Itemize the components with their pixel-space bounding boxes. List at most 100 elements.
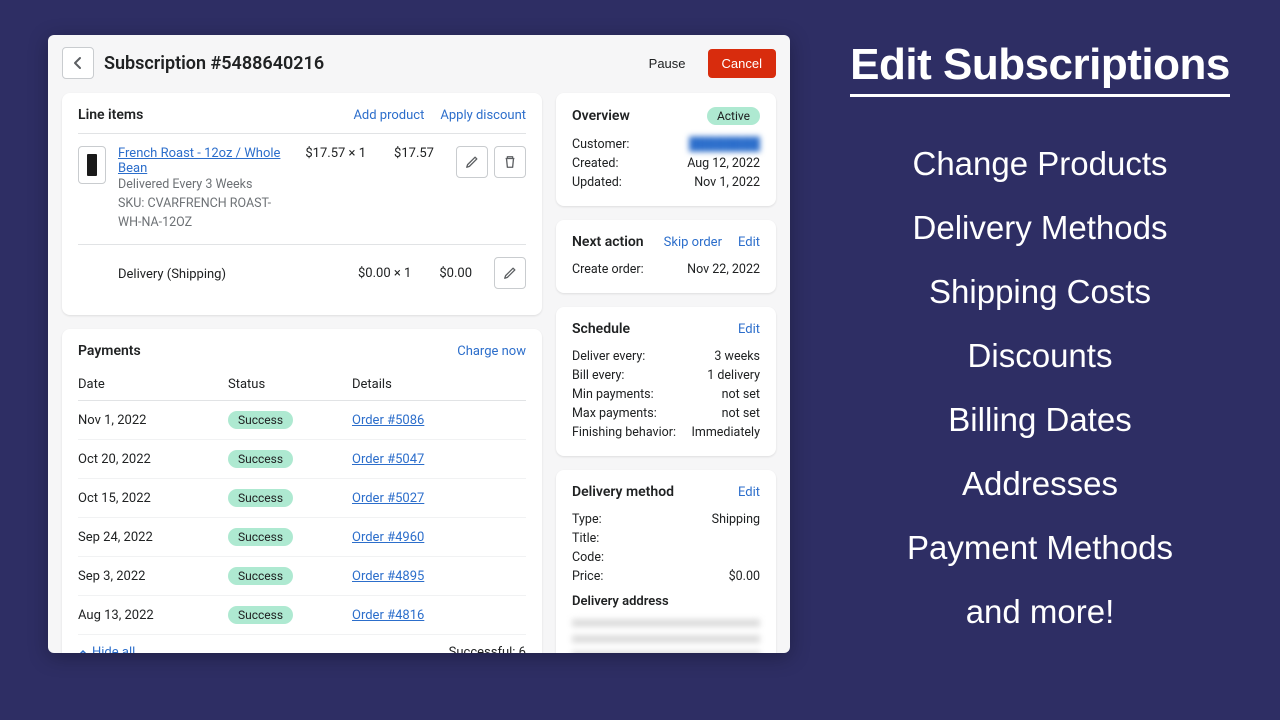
payment-status: Success (228, 411, 352, 429)
payment-order-link[interactable]: Order #5047 (352, 452, 424, 467)
promo-item: Billing Dates (820, 401, 1260, 439)
schedule-row: Max payments:not set (572, 404, 760, 423)
payment-order-link[interactable]: Order #5027 (352, 491, 424, 506)
delivery-method-header: Delivery method Edit (572, 484, 760, 500)
payment-order-link[interactable]: Order #4960 (352, 530, 424, 545)
line-items-actions: Add product Apply discount (353, 108, 526, 123)
app-body: Line items Add product Apply discount Fr… (48, 83, 790, 653)
payments-successful-count: Successful: 6 (449, 645, 526, 653)
payments-footer: Hide all Successful: 6 (78, 635, 526, 653)
payment-status: Success (228, 450, 352, 468)
charge-now-link[interactable]: Charge now (457, 344, 526, 359)
payment-order-link[interactable]: Order #4816 (352, 608, 424, 623)
col-header-status: Status (228, 377, 352, 392)
product-sku: SKU: CVARFRENCH ROAST-WH-NA-12OZ (118, 195, 293, 233)
product-delivery-freq: Delivered Every 3 Weeks (118, 176, 293, 195)
col-header-details: Details (352, 377, 526, 392)
col-header-date: Date (78, 377, 228, 392)
payment-date: Oct 15, 2022 (78, 491, 228, 506)
app-header: Subscription #5488640216 Pause Cancel (48, 35, 790, 83)
next-action-card: Next action Skip order Edit Create order… (556, 220, 776, 293)
payment-row: Sep 3, 2022 Success Order #4895 (78, 557, 526, 596)
product-link[interactable]: French Roast - 12oz / Whole Bean (118, 146, 293, 176)
payment-date: Oct 20, 2022 (78, 452, 228, 467)
caret-up-icon (78, 648, 88, 653)
apply-discount-link[interactable]: Apply discount (440, 108, 526, 123)
promo-item: Payment Methods (820, 529, 1260, 567)
payment-row: Aug 13, 2022 Success Order #4816 (78, 596, 526, 635)
delivery-method-rows: Type:ShippingTitle:Code:Price:$0.00 (572, 510, 760, 586)
edit-delivery-button[interactable] (494, 257, 526, 289)
payment-order-link[interactable]: Order #4895 (352, 569, 424, 584)
overview-updated: Updated: Nov 1, 2022 (572, 173, 760, 192)
delivery-method-row: Price:$0.00 (572, 567, 760, 586)
product-thumbnail (78, 146, 106, 184)
schedule-row: Min payments:not set (572, 385, 760, 404)
next-action-header: Next action Skip order Edit (572, 234, 760, 250)
schedule-edit-link[interactable]: Edit (738, 322, 760, 337)
cancel-button[interactable]: Cancel (708, 49, 776, 78)
trash-icon (503, 155, 517, 169)
payments-table-header: Date Status Details (78, 369, 526, 401)
line-item-unit-price: $17.57 × 1 (305, 146, 366, 161)
payment-date: Nov 1, 2022 (78, 413, 228, 428)
payment-date: Sep 24, 2022 (78, 530, 228, 545)
next-action-edit-link[interactable]: Edit (738, 235, 760, 250)
delivery-method-title: Delivery method (572, 484, 674, 500)
delivery-actions (494, 257, 526, 289)
overview-customer: Customer: ████████ (572, 135, 760, 154)
schedule-row: Finishing behavior:Immediately (572, 423, 760, 442)
overview-card: Overview Active Customer: ████████ Creat… (556, 93, 776, 206)
line-item-desc: French Roast - 12oz / Whole Bean Deliver… (118, 146, 293, 232)
payment-row: Nov 1, 2022 Success Order #5086 (78, 401, 526, 440)
line-items-header: Line items Add product Apply discount (78, 107, 526, 123)
delivery-method-card: Delivery method Edit Type:ShippingTitle:… (556, 470, 776, 653)
payments-title: Payments (78, 343, 141, 359)
next-action-links: Skip order Edit (664, 235, 760, 250)
schedule-rows: Deliver every:3 weeksBill every:1 delive… (572, 347, 760, 442)
promo-item: Discounts (820, 337, 1260, 375)
app-frame: Subscription #5488640216 Pause Cancel Li… (48, 35, 790, 653)
payment-row: Sep 24, 2022 Success Order #4960 (78, 518, 526, 557)
promo-item: Change Products (820, 145, 1260, 183)
add-product-link[interactable]: Add product (353, 108, 424, 123)
delivery-method-edit-link[interactable]: Edit (738, 485, 760, 500)
payment-status: Success (228, 489, 352, 507)
line-item-row: French Roast - 12oz / Whole Bean Deliver… (78, 133, 526, 244)
payments-card: Payments Charge now Date Status Details … (62, 329, 542, 653)
right-column: Overview Active Customer: ████████ Creat… (556, 93, 776, 639)
payments-rows: Nov 1, 2022 Success Order #5086 Oct 20, … (78, 401, 526, 635)
pause-button[interactable]: Pause (637, 50, 698, 77)
schedule-header: Schedule Edit (572, 321, 760, 337)
payments-header: Payments Charge now (78, 343, 526, 359)
hide-all-button[interactable]: Hide all (78, 645, 135, 653)
payment-status: Success (228, 528, 352, 546)
schedule-card: Schedule Edit Deliver every:3 weeksBill … (556, 307, 776, 456)
edit-line-item-button[interactable] (456, 146, 488, 178)
overview-created: Created: Aug 12, 2022 (572, 154, 760, 173)
status-badge: Active (707, 107, 760, 125)
delivery-method-row: Type:Shipping (572, 510, 760, 529)
promo-panel: Edit Subscriptions Change ProductsDelive… (820, 40, 1260, 657)
schedule-row: Deliver every:3 weeks (572, 347, 760, 366)
payment-row: Oct 20, 2022 Success Order #5047 (78, 440, 526, 479)
promo-item: Delivery Methods (820, 209, 1260, 247)
schedule-title: Schedule (572, 321, 630, 337)
back-button[interactable] (62, 47, 94, 79)
left-column: Line items Add product Apply discount Fr… (62, 93, 542, 639)
schedule-row: Bill every:1 delivery (572, 366, 760, 385)
pencil-icon (465, 155, 479, 169)
skip-order-link[interactable]: Skip order (664, 235, 722, 250)
pencil-icon (503, 266, 517, 280)
delivery-row: Delivery (Shipping) $0.00 × 1 $0.00 (78, 244, 526, 301)
payment-status: Success (228, 606, 352, 624)
overview-header: Overview Active (572, 107, 760, 125)
delivery-unit-price: $0.00 × 1 (358, 266, 411, 281)
delivery-address-blurred (572, 615, 760, 653)
customer-link[interactable]: ████████ (689, 137, 760, 152)
next-action-title: Next action (572, 234, 644, 250)
delete-line-item-button[interactable] (494, 146, 526, 178)
delivery-label: Delivery (Shipping) (118, 263, 346, 285)
payment-status: Success (228, 567, 352, 585)
payment-order-link[interactable]: Order #5086 (352, 413, 424, 428)
